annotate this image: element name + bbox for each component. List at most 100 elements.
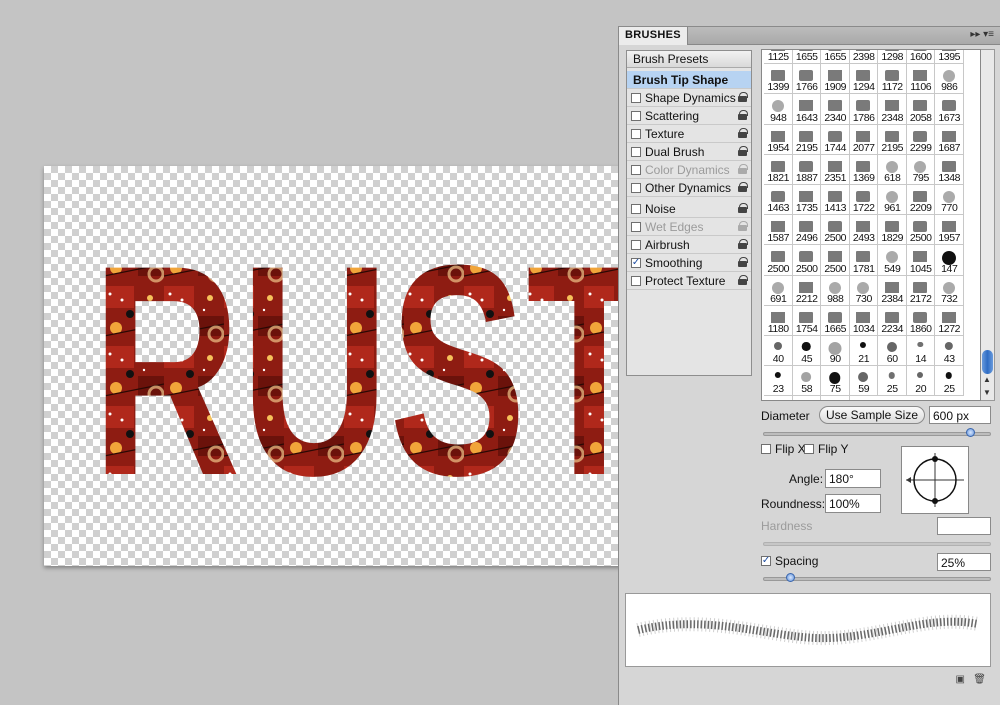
- brush-tip-cell[interactable]: 59: [849, 366, 878, 397]
- brush-tip-cell[interactable]: 2172: [906, 275, 935, 306]
- brush-tip-cell[interactable]: 30: [821, 396, 850, 400]
- brush-tip-cell[interactable]: 25: [878, 366, 907, 397]
- option-smoothing[interactable]: ✓ Smoothing: [627, 254, 751, 272]
- brush-tip-cell[interactable]: 25: [935, 366, 964, 397]
- new-brush-icon[interactable]: ▣: [956, 674, 965, 685]
- brush-tip-cell[interactable]: 21: [849, 336, 878, 367]
- brush-tip-cell[interactable]: 2384: [878, 275, 907, 306]
- diameter-slider-knob[interactable]: [966, 428, 975, 437]
- brush-tip-cell[interactable]: 60: [878, 336, 907, 367]
- panel-menu-icon[interactable]: ▸▸ ▾≡: [970, 29, 994, 40]
- brush-tip-cell[interactable]: 1722: [849, 185, 878, 216]
- angle-roundness-dial[interactable]: [901, 446, 969, 514]
- option-texture[interactable]: Texture: [627, 125, 751, 143]
- brush-tip-cell[interactable]: 2077: [849, 124, 878, 155]
- brush-tip-cell[interactable]: 1643: [792, 94, 821, 125]
- brush-tip-cell[interactable]: 1786: [849, 94, 878, 125]
- option-shape-dynamics[interactable]: Shape Dynamics: [627, 89, 751, 107]
- option-scattering[interactable]: Scattering: [627, 107, 751, 125]
- brush-tip-cell[interactable]: 2209: [906, 185, 935, 216]
- brush-tip-cell[interactable]: 90: [821, 336, 850, 367]
- scroll-down-icon[interactable]: ▼: [983, 388, 991, 397]
- brush-tip-shape-item[interactable]: Brush Tip Shape: [627, 71, 751, 89]
- roundness-field[interactable]: 100%: [825, 494, 881, 513]
- brush-tip-cell[interactable]: 1687: [935, 124, 964, 155]
- brush-tip-cell[interactable]: 1781: [849, 245, 878, 276]
- brush-tip-cell[interactable]: 2500: [906, 215, 935, 246]
- brush-tip-cell[interactable]: 2195: [878, 124, 907, 155]
- brush-tip-cell[interactable]: 1045: [906, 245, 935, 276]
- brush-tip-cell[interactable]: 131: [793, 396, 821, 400]
- brush-tip-cell[interactable]: 1413: [821, 185, 850, 216]
- brush-tip-cell[interactable]: 770: [935, 185, 964, 216]
- brush-tip-cell[interactable]: 732: [935, 275, 964, 306]
- brush-tip-cell[interactable]: 691: [764, 275, 793, 306]
- brush-tip-cell[interactable]: 618: [878, 154, 907, 185]
- brush-tip-cell[interactable]: 1860: [906, 305, 935, 336]
- option-checkbox[interactable]: [631, 146, 641, 157]
- trash-icon[interactable]: 🗑: [973, 674, 986, 685]
- flip-x-checkbox[interactable]: Flip X: [761, 442, 806, 456]
- brush-tip-cell[interactable]: 1909: [821, 64, 850, 95]
- brush-tip-cell[interactable]: 1829: [878, 215, 907, 246]
- spacing-check-icon[interactable]: ✓: [761, 556, 771, 566]
- option-noise[interactable]: Noise: [627, 200, 751, 218]
- lock-icon[interactable]: [738, 128, 748, 138]
- option-checkbox[interactable]: [631, 203, 641, 214]
- brush-tip-cell[interactable]: 1034: [849, 305, 878, 336]
- brush-tip-cell[interactable]: 2500: [792, 245, 821, 276]
- option-checkbox[interactable]: [631, 275, 641, 286]
- brush-tip-cell[interactable]: 1399: [764, 64, 793, 95]
- option-checkbox[interactable]: [631, 164, 641, 175]
- document-canvas[interactable]: RUST: [44, 166, 624, 566]
- brush-tip-cell[interactable]: 1887: [792, 154, 821, 185]
- lock-icon[interactable]: [738, 110, 748, 120]
- brush-tip-cell[interactable]: 43: [935, 336, 964, 367]
- option-wet-edges[interactable]: Wet Edges: [627, 218, 751, 236]
- lock-icon[interactable]: [738, 275, 748, 285]
- brush-tip-cell[interactable]: 948: [764, 94, 793, 125]
- flip-y-checkbox[interactable]: Flip Y: [804, 442, 848, 456]
- brush-tip-cell[interactable]: 2500: [764, 245, 793, 276]
- option-other-dynamics[interactable]: Other Dynamics: [627, 179, 751, 197]
- brush-tip-cell[interactable]: 986: [935, 64, 964, 95]
- lock-icon[interactable]: [738, 257, 748, 267]
- brush-tip-cell[interactable]: 1172: [878, 64, 907, 95]
- brush-tip-cell[interactable]: 2212: [792, 275, 821, 306]
- flip-y-box[interactable]: [804, 444, 814, 454]
- brush-tip-cell[interactable]: 20: [906, 366, 935, 397]
- brush-tip-cell[interactable]: 2195: [792, 124, 821, 155]
- brush-tip-cell[interactable]: 1766: [792, 64, 821, 95]
- brush-tip-cell[interactable]: 2234: [878, 305, 907, 336]
- angle-field[interactable]: 180°: [825, 469, 881, 488]
- brush-tip-cell[interactable]: 1294: [849, 64, 878, 95]
- brush-tip-cell[interactable]: 730: [849, 275, 878, 306]
- brush-tip-cell[interactable]: 1395: [935, 50, 964, 65]
- lock-icon[interactable]: [738, 182, 748, 192]
- option-checkbox[interactable]: [631, 239, 641, 250]
- brush-tip-cell[interactable]: 2398: [849, 50, 878, 65]
- diameter-slider[interactable]: [763, 428, 991, 437]
- lock-icon[interactable]: [738, 203, 748, 213]
- brush-tip-cell[interactable]: 1744: [821, 124, 850, 155]
- brush-tip-cell[interactable]: 40: [764, 336, 793, 367]
- brush-tip-cell[interactable]: 1821: [764, 154, 793, 185]
- brush-tip-cell[interactable]: 2500: [821, 215, 850, 246]
- brush-tip-cell[interactable]: 1754: [792, 305, 821, 336]
- brush-tip-cell[interactable]: 75: [821, 366, 850, 397]
- brush-tip-cell[interactable]: 1587: [764, 215, 793, 246]
- brush-tip-cell[interactable]: 2299: [906, 124, 935, 155]
- brush-tip-cell[interactable]: 1106: [906, 64, 935, 95]
- option-checkbox[interactable]: [631, 128, 641, 139]
- brush-tip-cell[interactable]: 2500: [821, 245, 850, 276]
- flip-x-box[interactable]: [761, 444, 771, 454]
- brush-tip-grid[interactable]: 1125 1655 1655 2398 1298 1600 1395 1399 1766 1909…: [761, 49, 981, 401]
- brush-tip-cell[interactable]: 1735: [792, 185, 821, 216]
- option-airbrush[interactable]: Airbrush: [627, 236, 751, 254]
- brush-tip-cell[interactable]: 1463: [764, 185, 793, 216]
- lock-icon[interactable]: [738, 146, 748, 156]
- lock-icon[interactable]: [738, 92, 748, 102]
- brush-tip-cell[interactable]: 1655: [821, 50, 850, 65]
- option-checkbox[interactable]: ✓: [631, 257, 641, 268]
- grid-scrollbar[interactable]: ▲ ▼: [981, 49, 995, 401]
